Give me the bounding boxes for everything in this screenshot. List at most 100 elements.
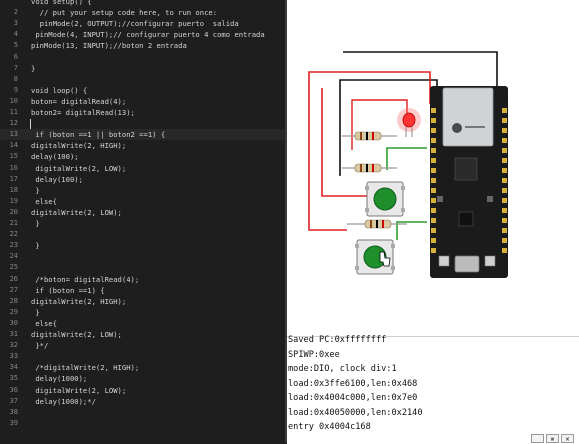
code-editor[interactable]: void setup() {2 // put your setup code h… [0,0,285,443]
code-line[interactable]: 27 if (boton ==1) { [0,285,285,296]
code-text[interactable]: } [31,185,39,196]
code-line[interactable]: 23 } [0,240,285,251]
code-line[interactable]: 11 boton2= digitalRead(13); [0,107,285,118]
line-number: 24 [9,252,18,261]
code-line[interactable]: 18 } [0,185,285,196]
code-text[interactable]: digitalWrite(2, LOW); [31,207,122,218]
code-line[interactable]: 36 digitalWrite(2, LOW); [0,385,285,396]
code-text[interactable]: else{ [31,318,57,329]
serial-scroll-button[interactable] [531,434,544,443]
line-number: 8 [13,74,18,83]
line-number: 17 [9,174,18,183]
code-line[interactable]: 28 digitalWrite(2, HIGH); [0,296,285,307]
code-text[interactable]: if (boton ==1 || boton2 ==1) { [31,129,165,140]
code-line[interactable]: 10 boton= digitalRead(4); [0,96,285,107]
line-number: 22 [9,230,18,239]
code-text[interactable]: if (boton ==1) { [31,285,104,296]
code-line[interactable]: 15 delay(100); [0,151,285,162]
simulation-canvas[interactable] [287,0,579,336]
code-line[interactable]: 20 digitalWrite(2, LOW); [0,207,285,218]
code-text[interactable]: digitalWrite(2, LOW); [31,329,122,340]
line-number: 20 [9,207,18,216]
serial-clear-button[interactable]: ✕ [561,434,574,443]
code-line[interactable]: 3 pinMode(2, OUTPUT);//configurar puerto… [0,18,285,29]
code-text[interactable]: digitalWrite(2, HIGH); [31,296,126,307]
code-line[interactable]: 37 delay(1000);*/ [0,396,285,407]
code-text[interactable]: pinMode(13, INPUT);//boton 2 entrada [31,40,187,51]
code-text[interactable]: } [31,307,39,318]
resistor-1 [342,131,397,141]
code-text[interactable]: }*/ [31,340,48,351]
code-text[interactable]: // put your setup code here, to run once… [31,7,217,18]
line-number: 32 [9,341,18,350]
code-text[interactable]: /*boton= digitalRead(4); [31,274,139,285]
code-line[interactable]: 25 [0,262,285,273]
text-cursor [30,119,31,129]
serial-monitor[interactable]: Saved PC:0xffffffff SPIWP:0xee mode:DIO, c… [287,335,579,444]
code-line[interactable]: 12 [0,118,285,129]
code-line[interactable]: 16 digitalWrite(2, LOW); [0,163,285,174]
line-number: 28 [9,296,18,305]
code-text[interactable]: delay(1000); [31,373,87,384]
line-number: 30 [9,318,18,327]
code-text[interactable]: delay(1000);*/ [31,396,96,407]
code-line[interactable]: 7} [0,63,285,74]
code-text[interactable]: digitalWrite(2, LOW); [31,163,126,174]
code-line[interactable]: 35 delay(1000); [0,373,285,384]
code-line[interactable]: 19 else{ [0,196,285,207]
line-number: 18 [9,185,18,194]
code-text[interactable]: digitalWrite(2, HIGH); [31,140,126,151]
code-line[interactable]: 17 delay(100); [0,174,285,185]
code-line[interactable]: 8 [0,74,285,85]
line-number: 31 [9,330,18,338]
code-text[interactable]: pinMode(2, OUTPUT);//configurar puerto s… [31,18,239,29]
code-text[interactable]: digitalWrite(2, LOW); [31,385,126,396]
code-line[interactable]: 22 [0,229,285,240]
code-text[interactable]: boton2= digitalRead(13); [31,107,135,118]
line-number: 11 [9,108,18,116]
code-text[interactable]: } [31,240,39,251]
code-line[interactable]: void setup() { [0,0,285,7]
code-line[interactable]: 24 [0,251,285,262]
code-text[interactable]: void setup() { [31,0,92,7]
code-line[interactable]: 13 if (boton ==1 || boton2 ==1) { [0,129,285,141]
serial-output-line: Saved PC:0xffffffff [288,335,387,345]
code-line[interactable]: 34 /*digitalWrite(2, HIGH); [0,362,285,373]
code-line[interactable]: 30 else{ [0,318,285,329]
code-text[interactable]: pinMode(4, INPUT);// configurar puerto 4… [31,29,264,40]
line-number: 35 [9,374,18,383]
serial-pause-button[interactable]: ⏸ [546,434,559,443]
code-text[interactable]: void loop() { [31,85,87,96]
code-line[interactable]: 32 }*/ [0,340,285,351]
code-line[interactable]: 39 [0,418,285,429]
code-line[interactable]: 9 void loop() { [0,85,285,96]
code-line[interactable]: 5 pinMode(13, INPUT);//boton 2 entrada [0,40,285,51]
code-text[interactable]: delay(100); [31,174,83,185]
code-line[interactable]: 6 [0,52,285,63]
code-text[interactable]: } [31,63,35,74]
line-number: 5 [13,41,18,50]
wire-black-top [339,79,438,176]
code-line[interactable]: 14 digitalWrite(2, HIGH); [0,140,285,151]
line-number: 19 [9,196,18,205]
code-line[interactable]: 4 pinMode(4, INPUT);// configurar puerto… [0,29,285,40]
line-number: 21 [9,219,18,227]
code-text[interactable]: /*digitalWrite(2, HIGH); [31,362,139,373]
code-text[interactable]: delay(100); [31,151,79,162]
code-line[interactable]: 2 // put your setup code here, to run on… [0,7,285,18]
code-line[interactable]: 31 digitalWrite(2, LOW); [0,329,285,340]
code-line[interactable]: 33 [0,351,285,362]
code-line[interactable]: 26 /*boton= digitalRead(4); [0,274,285,285]
line-number: 14 [9,141,18,150]
code-line[interactable]: 29 } [0,307,285,318]
line-number: 3 [13,19,18,28]
code-text[interactable]: } [31,218,39,229]
serial-output-line: SPIWP:0xee [288,349,340,360]
code-line[interactable]: 21 } [0,218,285,229]
code-text[interactable]: boton= digitalRead(4); [31,96,126,107]
code-text[interactable]: else{ [31,196,57,207]
line-number: 25 [9,263,18,272]
led-red [397,108,421,137]
code-line[interactable]: 38 [0,407,285,418]
line-number: 12 [9,119,18,128]
